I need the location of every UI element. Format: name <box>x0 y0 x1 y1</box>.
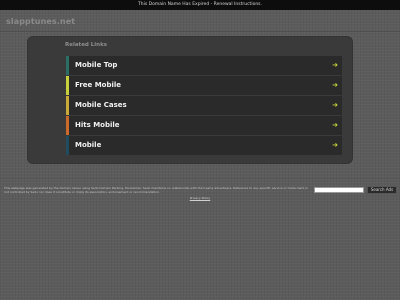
link-label: Hits Mobile <box>75 121 120 129</box>
related-link-mobile-cases[interactable]: Mobile Cases ➜ <box>66 96 342 115</box>
related-link-mobile[interactable]: Mobile ➜ <box>66 136 342 155</box>
arrow-right-icon: ➜ <box>332 61 338 69</box>
disclaimer-text: This webpage was generated by the domain… <box>4 186 308 194</box>
link-label: Mobile <box>75 141 102 149</box>
link-label: Free Mobile <box>75 81 122 89</box>
link-label: Mobile Cases <box>75 101 127 109</box>
search-input[interactable] <box>314 187 364 193</box>
related-links-title: Related Links <box>65 42 108 48</box>
arrow-right-icon: ➜ <box>332 141 338 149</box>
related-links-panel: Related Links Mobile Top ➜ Free Mobile ➜… <box>28 37 352 163</box>
arrow-right-icon: ➜ <box>332 121 338 129</box>
search-ads-button[interactable]: Search Ads <box>367 186 397 194</box>
related-link-hits-mobile[interactable]: Hits Mobile ➜ <box>66 116 342 135</box>
privacy-policy-link[interactable]: Privacy Policy <box>0 196 400 200</box>
related-links-list: Mobile Top ➜ Free Mobile ➜ Mobile Cases … <box>66 56 342 156</box>
related-link-mobile-top[interactable]: Mobile Top ➜ <box>66 56 342 75</box>
site-name: slapptunes.net <box>6 17 76 26</box>
site-header: slapptunes.net <box>0 12 400 32</box>
footer-divider <box>0 178 400 179</box>
arrow-right-icon: ➜ <box>332 81 338 89</box>
expired-notice-link[interactable]: This Domain Name Has Expired - Renewal I… <box>138 2 262 7</box>
related-link-free-mobile[interactable]: Free Mobile ➜ <box>66 76 342 95</box>
expired-notice-bar: This Domain Name Has Expired - Renewal I… <box>0 0 400 10</box>
link-label: Mobile Top <box>75 61 118 69</box>
arrow-right-icon: ➜ <box>332 101 338 109</box>
header-divider <box>0 31 400 32</box>
